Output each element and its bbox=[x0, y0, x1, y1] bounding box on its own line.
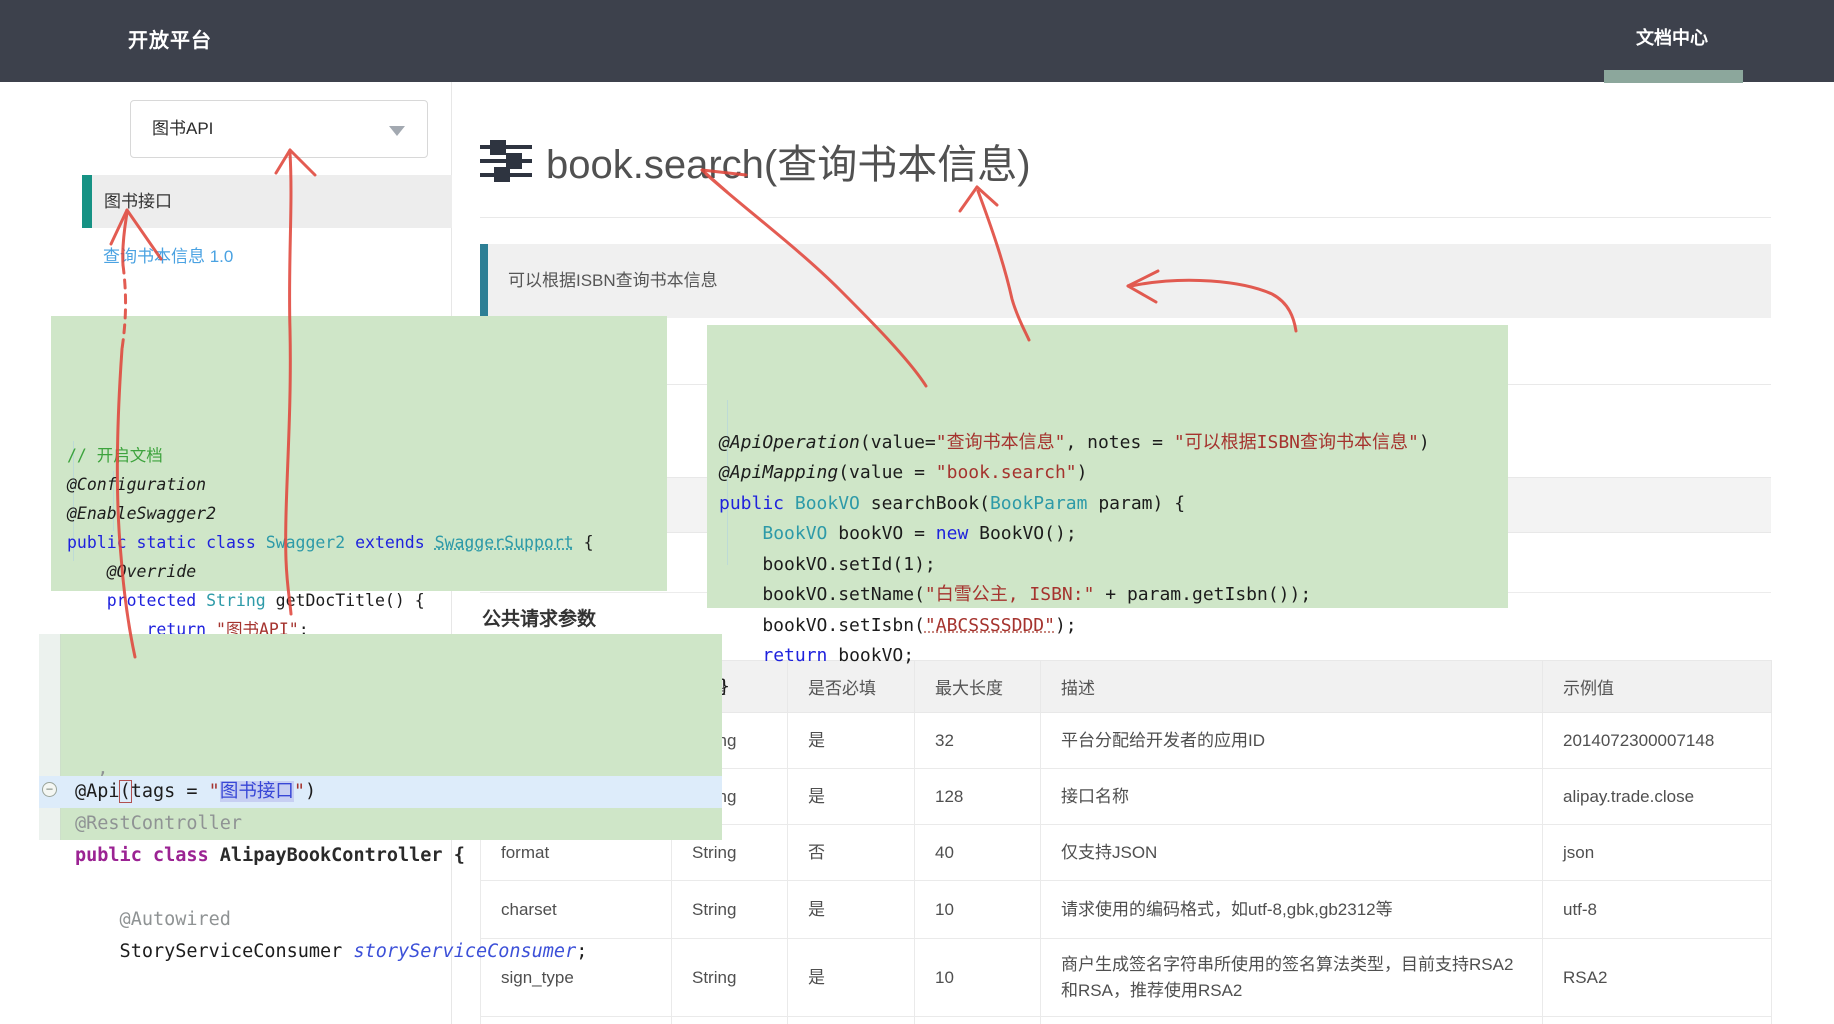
table-cell-required: 是 bbox=[788, 713, 915, 769]
api-group-dropdown-value: 图书API bbox=[152, 101, 213, 157]
table-cell-required: 是 bbox=[788, 939, 915, 1017]
table-cell-example: RSA2 bbox=[1543, 939, 1772, 1017]
sidebar-item-label: 图书接口 bbox=[104, 175, 172, 228]
description-banner: 可以根据ISBN查询书本信息 bbox=[480, 244, 1771, 318]
code-line: protected String getDocTitle() { bbox=[67, 586, 667, 615]
table-cell-empty bbox=[915, 1017, 1041, 1024]
code-line bbox=[75, 872, 722, 904]
code-line: public static class Swagger2 extends Swa… bbox=[67, 528, 667, 557]
code-line: @RestController bbox=[75, 808, 722, 840]
top-navbar: 开放平台 文档中心 bbox=[0, 0, 1834, 82]
code-line: bookVO.setIsbn("ABCSSSSDDD"); bbox=[719, 611, 1508, 642]
table-cell-required: 是 bbox=[788, 769, 915, 825]
table-cell-empty bbox=[672, 1017, 788, 1024]
code-line: @Api(tags = "图书接口") bbox=[39, 776, 722, 808]
table-cell-max_length: 40 bbox=[915, 825, 1041, 881]
table-cell-description: 商户生成签名字符串所使用的签名算法类型，目前支持RSA2和RSA，推荐使用RSA… bbox=[1041, 939, 1543, 1017]
table-cell-max_length: 32 bbox=[915, 713, 1041, 769]
title-divider bbox=[480, 217, 1771, 218]
editor-gutter bbox=[39, 634, 61, 840]
table-cell-empty bbox=[481, 1017, 672, 1024]
table-header-cell: 示例值 bbox=[1543, 661, 1772, 713]
table-cell-example: alipay.trade.close bbox=[1543, 769, 1772, 825]
code-line: bookVO.setName("白雪公主, ISBN:" + param.get… bbox=[719, 580, 1508, 611]
table-cell-example: json bbox=[1543, 825, 1772, 881]
code-line: } bbox=[719, 672, 1508, 703]
table-cell-empty bbox=[788, 1017, 915, 1024]
code-line: return bookVO; bbox=[719, 641, 1508, 672]
sidebar-subitem-search-book[interactable]: 查询书本信息 1.0 bbox=[103, 245, 233, 269]
code-line: StoryServiceConsumer storyServiceConsume… bbox=[75, 936, 722, 968]
table-cell-example: 2014072300007148 bbox=[1543, 713, 1772, 769]
table-cell-max_length: 128 bbox=[915, 769, 1041, 825]
code-line: @ApiOperation(value="查询书本信息", notes = "可… bbox=[719, 428, 1508, 459]
code-screenshot-controller: − ,@Api(tags = "图书接口")@RestControllerpub… bbox=[39, 634, 722, 840]
banner-accent-bar bbox=[480, 244, 488, 318]
code-line: @EnableSwagger2 bbox=[67, 499, 667, 528]
table-cell-description: 仅支持JSON bbox=[1041, 825, 1543, 881]
table-cell-description: 请求使用的编码格式，如utf-8,gbk,gb2312等 bbox=[1041, 881, 1543, 939]
active-item-accent-bar bbox=[82, 175, 92, 228]
sidebar-item-book-interface[interactable]: 图书接口 bbox=[82, 175, 452, 228]
brand-title: 开放平台 bbox=[128, 0, 212, 82]
table-cell-empty bbox=[1543, 1017, 1772, 1024]
chevron-down-icon bbox=[389, 126, 405, 136]
table-cell-example: utf-8 bbox=[1543, 881, 1772, 939]
banner-text: 可以根据ISBN查询书本信息 bbox=[508, 244, 718, 318]
nav-active-tab-underline bbox=[1604, 70, 1743, 83]
code-line: @ApiMapping(value = "book.search") bbox=[719, 458, 1508, 489]
table-cell-required: 否 bbox=[788, 825, 915, 881]
code-screenshot-search-method: @ApiOperation(value="查询书本信息", notes = "可… bbox=[707, 325, 1508, 608]
code-line: , bbox=[75, 762, 722, 776]
code-line: @Override bbox=[67, 557, 667, 586]
table-cell-empty bbox=[1041, 1017, 1543, 1024]
code-screenshot-swagger-config: // 开启文档@Configuration@EnableSwagger2publ… bbox=[51, 316, 667, 591]
code-line: public class AlipayBookController { bbox=[75, 840, 722, 872]
api-group-dropdown[interactable]: 图书API bbox=[130, 100, 428, 158]
table-cell-required: 是 bbox=[788, 881, 915, 939]
table-cell-description: 接口名称 bbox=[1041, 769, 1543, 825]
code-line: bookVO.setId(1); bbox=[719, 550, 1508, 581]
table-row-clipped bbox=[481, 1017, 1772, 1024]
code-fold-icon: − bbox=[42, 782, 57, 797]
table-cell-max_length: 10 bbox=[915, 881, 1041, 939]
code-line: // 开启文档 bbox=[67, 441, 667, 470]
sliders-icon bbox=[480, 140, 532, 187]
code-line: @Autowired bbox=[75, 904, 722, 936]
page-title: book.search(查询书本信息) bbox=[546, 132, 1031, 190]
code-line: BookVO bookVO = new BookVO(); bbox=[719, 519, 1508, 550]
table-cell-max_length: 10 bbox=[915, 939, 1041, 1017]
table-cell-description: 平台分配给开发者的应用ID bbox=[1041, 713, 1543, 769]
code-line: @Configuration bbox=[67, 470, 667, 499]
code-line: public BookVO searchBook(BookParam param… bbox=[719, 489, 1508, 520]
